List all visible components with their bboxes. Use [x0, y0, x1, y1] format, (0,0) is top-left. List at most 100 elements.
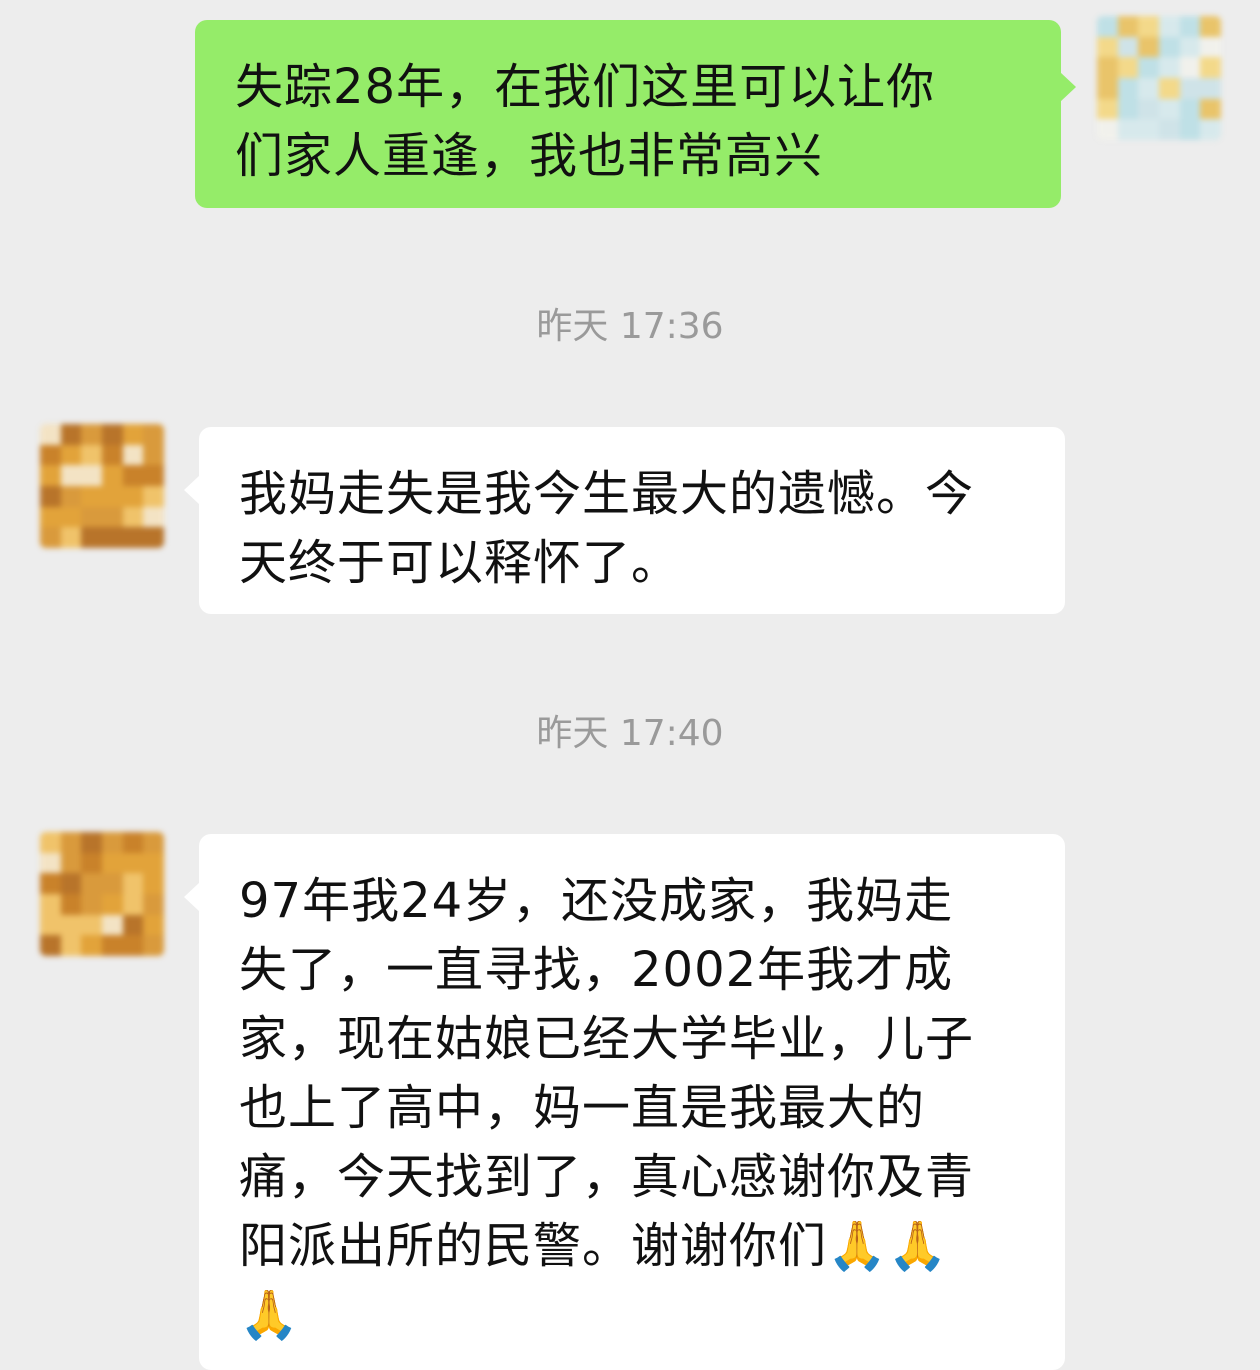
avatar-mosaic-cell: [122, 852, 144, 874]
avatar-mosaic-cell: [60, 935, 82, 956]
avatar-mosaic-cell: [40, 485, 61, 507]
outgoing-message-bubble[interactable]: 失踪28年，在我们这里可以让你 们家人重逢，我也非常高兴: [195, 20, 1076, 208]
avatar-mosaic-cell: [143, 485, 164, 507]
avatar-mosaic-cell: [81, 465, 102, 486]
avatar-mosaic-cell: [122, 485, 144, 507]
timestamp: 昨天 17:36: [536, 306, 724, 347]
avatar-mosaic-cell: [1200, 36, 1221, 58]
avatar-mosaic-cell: [1179, 16, 1201, 37]
avatar-mosaic-cell: [81, 893, 102, 915]
avatar-mosaic-cell: [40, 832, 61, 853]
avatar-mosaic-cell: [40, 444, 61, 466]
avatar-mosaic-cell: [1179, 57, 1201, 78]
peer-avatar[interactable]: [40, 832, 164, 956]
avatar-mosaic-cell: [122, 935, 144, 956]
avatar-mosaic-cell: [1117, 57, 1139, 78]
avatar-mosaic-cell: [143, 935, 164, 956]
avatar-mosaic-cell: [143, 914, 164, 936]
avatar-mosaic-cell: [60, 873, 82, 894]
avatar-mosaic-cell: [60, 485, 82, 507]
avatar-mosaic-cell: [1097, 98, 1118, 120]
avatar-mosaic-cell: [40, 424, 61, 445]
avatar-mosaic-cell: [101, 424, 123, 445]
message-line: 痛，今天找到了，真心感谢你及青: [239, 1149, 975, 1205]
avatar-mosaic-cell: [1158, 98, 1180, 120]
avatar-mosaic-cell: [1158, 16, 1180, 37]
avatar-mosaic-cell: [60, 424, 82, 445]
avatar-mosaic-cell: [143, 465, 164, 486]
avatar-mosaic-cell: [143, 832, 164, 853]
avatar-mosaic-cell: [122, 893, 144, 915]
avatar-mosaic-cell: [122, 914, 144, 936]
avatar-mosaic-cell: [81, 424, 102, 445]
avatar-mosaic-cell: [143, 873, 164, 894]
avatar-mosaic-cell: [1117, 119, 1139, 140]
avatar-mosaic-cell: [1138, 119, 1159, 140]
message-line: 失了，一直寻找，2002年我才成: [239, 942, 954, 998]
avatar-mosaic-cell: [122, 873, 144, 894]
avatar-mosaic-cell: [143, 527, 164, 548]
avatar-mosaic-cell: [81, 506, 102, 528]
avatar-mosaic-cell: [1117, 77, 1139, 99]
avatar-mosaic-cell: [60, 914, 82, 936]
avatar-mosaic-cell: [101, 485, 123, 507]
avatar-mosaic-cell: [101, 465, 123, 486]
avatar-mosaic-cell: [1200, 16, 1221, 37]
avatar-mosaic-cell: [1138, 57, 1159, 78]
avatar-mosaic-cell: [1158, 119, 1180, 140]
peer-avatar[interactable]: [40, 424, 164, 548]
avatar-mosaic-cell: [101, 832, 123, 853]
avatar-mosaic-cell: [1117, 36, 1139, 58]
avatar-mosaic-cell: [60, 893, 82, 915]
avatar-mosaic-cell: [1138, 98, 1159, 120]
timestamp: 昨天 17:40: [536, 713, 724, 754]
avatar-mosaic-cell: [1179, 98, 1201, 120]
avatar-mosaic-cell: [1179, 36, 1201, 58]
avatar-mosaic-cell: [60, 506, 82, 528]
avatar-mosaic-cell: [143, 424, 164, 445]
avatar-mosaic-cell: [60, 465, 82, 486]
avatar-mosaic-cell: [143, 852, 164, 874]
avatar-mosaic-cell: [81, 832, 102, 853]
avatar-mosaic-cell: [1200, 119, 1221, 140]
avatar-mosaic-cell: [1200, 77, 1221, 99]
avatar-mosaic-cell: [1179, 77, 1201, 99]
avatar-mosaic-cell: [122, 465, 144, 486]
avatar-mosaic-cell: [1097, 16, 1118, 37]
avatar-mosaic-cell: [60, 832, 82, 853]
avatar-mosaic-cell: [1097, 119, 1118, 140]
avatar-mosaic-cell: [1117, 98, 1139, 120]
avatar-mosaic-cell: [60, 852, 82, 874]
avatar-mosaic-cell: [101, 873, 123, 894]
avatar-mosaic-cell: [101, 444, 123, 466]
avatar-mosaic-cell: [1138, 16, 1159, 37]
avatar-mosaic-cell: [101, 506, 123, 528]
incoming-message-bubble[interactable]: 我妈走失是我今生最大的遗憾。今 天终于可以释怀了。: [184, 427, 1065, 614]
avatar-mosaic-cell: [40, 893, 61, 915]
avatar-mosaic-cell: [40, 852, 61, 874]
avatar-mosaic-cell: [40, 465, 61, 486]
avatar-mosaic-cell: [81, 935, 102, 956]
self-avatar[interactable]: [1097, 16, 1221, 140]
message-line: 失踪28年，在我们这里可以让你: [235, 59, 936, 115]
avatar-mosaic-cell: [1158, 57, 1180, 78]
avatar-mosaic-cell: [81, 914, 102, 936]
avatar-mosaic-cell: [122, 527, 144, 548]
avatar-mosaic-cell: [81, 485, 102, 507]
incoming-message-bubble[interactable]: 97年我24岁，还没成家，我妈走 失了，一直寻找，2002年我才成 家，现在姑娘…: [184, 834, 1065, 1370]
avatar-mosaic-cell: [143, 893, 164, 915]
avatar-mosaic-cell: [60, 527, 82, 548]
avatar-mosaic-cell: [143, 444, 164, 466]
message-line: 97年我24岁，还没成家，我妈走: [239, 873, 954, 929]
avatar-mosaic-cell: [40, 935, 61, 956]
avatar-mosaic-cell: [1138, 36, 1159, 58]
avatar-mosaic-cell: [101, 527, 123, 548]
avatar-mosaic-cell: [40, 506, 61, 528]
avatar-mosaic-cell: [143, 506, 164, 528]
avatar-mosaic-cell: [60, 444, 82, 466]
avatar-mosaic-cell: [81, 873, 102, 894]
avatar-mosaic-cell: [40, 527, 61, 548]
message-line: 家，现在姑娘已经大学毕业，儿子: [239, 1011, 975, 1067]
avatar-mosaic-cell: [1200, 57, 1221, 78]
avatar-mosaic-cell: [1097, 57, 1118, 78]
